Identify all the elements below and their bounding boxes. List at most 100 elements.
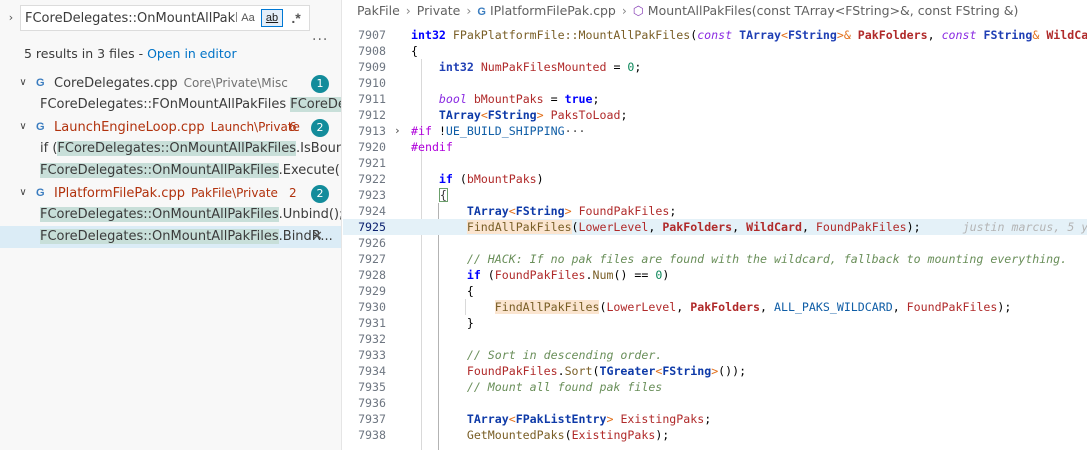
line-number: 7909	[358, 60, 386, 74]
result-match-row[interactable]: FCoreDelegates::OnMountAllPakFiles.Execu…	[0, 160, 341, 182]
code-line-current: 7925 FindAllPakFiles(LowerLevel, PakFold…	[343, 219, 1087, 235]
match-whole-word-toggle[interactable]: ab	[261, 9, 283, 27]
code-line: 7927 // HACK: If no pak files are found …	[343, 251, 1087, 267]
result-file-row[interactable]: ∨ G IPlatformFilePak.cpp PakFile\Private …	[0, 182, 341, 204]
code-line: 7912 TArray<FString> PaksToLoad;	[343, 107, 1087, 123]
line-number: 7911	[358, 92, 386, 106]
results-tree: ∨ G CoreDelegates.cpp Core\Private\Misc 1…	[0, 72, 342, 248]
result-file-name: LaunchEngineLoop.cpp	[54, 120, 205, 135]
match-highlight: FCoreDelegates::OnMountAllPakFiles	[40, 207, 279, 222]
match-highlight: FCoreDelegates::OnMountAllPakFiles	[57, 141, 297, 156]
code-lines: 7907 int32 FPakPlatformFile::MountAllPakF…	[343, 27, 1087, 443]
breadcrumb-folder[interactable]: Private	[417, 3, 461, 18]
cpp-file-icon: G	[477, 6, 486, 18]
code-line: 7929 {	[343, 283, 1087, 299]
toggle-replace-chevron-icon[interactable]: ›	[4, 8, 18, 28]
match-prefix: if (	[40, 141, 58, 156]
results-summary: 5 results in 3 files - Open in editor	[24, 46, 237, 61]
line-number: 7928	[358, 268, 386, 282]
line-number: 7910	[358, 76, 386, 90]
match-case-toggle[interactable]: Aa	[237, 9, 259, 27]
line-number: 7932	[358, 332, 386, 346]
more-actions-icon[interactable]: ...	[312, 28, 328, 44]
search-box: Aa ab .*	[20, 5, 310, 31]
code-line-folded[interactable]: 7913 › #if !UE_BUILD_SHIPPING···	[343, 123, 1087, 139]
chevron-down-icon[interactable]: ∨	[16, 72, 30, 94]
match-suffix: .Execute(PakF...	[278, 163, 341, 178]
result-match-row[interactable]: if (FCoreDelegates::OnMountAllPakFiles.I…	[0, 138, 341, 160]
result-file-path: Core\Private\Misc	[183, 76, 288, 90]
code-line: 7921	[343, 155, 1087, 171]
chevron-down-icon[interactable]: ∨	[16, 116, 30, 138]
matching-brace: {	[438, 188, 448, 202]
line-number: 7920	[358, 140, 386, 154]
cpp-file-icon: G	[36, 121, 45, 133]
code-line: 7934 FoundPakFiles.Sort(TGreater<FString…	[343, 363, 1087, 379]
result-match-row[interactable]: FCoreDelegates::OnMountAllPakFiles.Unbin…	[0, 204, 342, 226]
code-line: 7936	[343, 395, 1087, 411]
code-line: 7935 // Mount all found pak files	[343, 379, 1087, 395]
breadcrumb: PakFile › Private › G IPlatformFilePak.cpp › ⬡ M…	[357, 0, 1018, 22]
line-number: 7931	[358, 316, 386, 330]
match-prefix: FCoreDelegates::FOnMountAllPakFiles	[40, 97, 291, 112]
line-number: 7934	[358, 364, 386, 378]
result-file-row[interactable]: ∨ G CoreDelegates.cpp Core\Private\Misc 1	[0, 72, 341, 94]
cpp-file-icon: G	[36, 77, 45, 89]
dismiss-result-icon[interactable]: ✕	[312, 226, 323, 248]
result-match-row-selected[interactable]: FCoreDelegates::OnMountAllPakFiles.BindR…	[0, 226, 341, 248]
result-file-name: CoreDelegates.cpp	[54, 76, 178, 91]
code-line: 7930 FindAllPakFiles(LowerLevel, PakFold…	[343, 299, 1087, 315]
breadcrumb-symbol[interactable]: MountAllPakFiles(const TArray<FString>&,…	[648, 3, 1019, 18]
fold-expand-chevron-icon[interactable]: ›	[394, 123, 401, 139]
code-line: 7910	[343, 75, 1087, 91]
code-line: 7908{	[343, 43, 1087, 59]
code-line: 7920 #endif	[343, 139, 1087, 155]
line-number: 7935	[358, 380, 386, 394]
code-line: 7926	[343, 235, 1087, 251]
line-number: 7930	[358, 300, 386, 314]
match-highlight: FCoreDelegates::OnMountAllPakFiles	[40, 229, 279, 244]
chevron-down-icon[interactable]: ∨	[16, 182, 30, 204]
match-count-badge: 2	[311, 185, 329, 203]
code-line: 7933 // Sort in descending order.	[343, 347, 1087, 363]
code-editor[interactable]: PakFile › Private › G IPlatformFilePak.cpp › ⬡ M…	[343, 0, 1087, 450]
git-blame-annotation: justin marcus, 5 years ag	[962, 220, 1087, 234]
line-number: 7936	[358, 396, 386, 410]
match-suffix: .BindR...	[278, 229, 333, 244]
code-line: 7928 if (FoundPakFiles.Num() == 0)	[343, 267, 1087, 283]
use-regex-toggle[interactable]: .*	[285, 9, 307, 27]
line-number: 7922	[358, 172, 386, 186]
search-sidebar: › Aa ab .* ... 5 results in 3 files - Op…	[0, 0, 342, 450]
results-summary-text: 5 results in 3 files -	[24, 46, 148, 61]
match-count-badge: 1	[311, 75, 329, 93]
modified-count: 2	[289, 186, 297, 200]
line-number: 7925	[358, 220, 386, 234]
result-file-row[interactable]: ∨ G LaunchEngineLoop.cpp Launch\Private 6…	[0, 116, 341, 138]
line-number: 7908	[358, 44, 386, 58]
code-line: 7907 int32 FPakPlatformFile::MountAllPakF…	[343, 27, 1087, 43]
match-suffix: .IsBound() ...	[296, 141, 341, 156]
search-input[interactable]	[25, 10, 237, 26]
match-count-badge: 2	[311, 119, 329, 137]
line-number: 7937	[358, 412, 386, 426]
code-line: 7911 bool bMountPaks = true;	[343, 91, 1087, 107]
breadcrumb-separator-icon: ›	[466, 3, 472, 18]
open-in-editor-link[interactable]: Open in editor	[147, 46, 237, 61]
match-suffix: .Unbind();	[278, 207, 342, 222]
line-number: 7933	[358, 348, 386, 362]
cpp-file-icon: G	[36, 187, 45, 199]
breadcrumb-separator-icon: ›	[621, 3, 627, 18]
line-number: 7913	[358, 124, 386, 138]
result-file-path: PakFile\Private	[190, 186, 278, 200]
code-line: 7924 TArray<FString> FoundPakFiles;	[343, 203, 1087, 219]
code-line: 7938 GetMountedPaks(ExistingPaks);	[343, 427, 1087, 443]
breadcrumb-separator-icon: ›	[405, 3, 411, 18]
line-number: 7926	[358, 236, 386, 250]
breadcrumb-file[interactable]: IPlatformFilePak.cpp	[490, 3, 616, 18]
match-highlight: FCoreDeleg...	[290, 97, 341, 112]
result-match-row[interactable]: FCoreDelegates::FOnMountAllPakFiles FCor…	[0, 94, 341, 116]
code-line: 7931 }	[343, 315, 1087, 331]
breadcrumb-folder[interactable]: PakFile	[357, 3, 400, 18]
line-number: 7923	[358, 188, 386, 202]
method-symbol-icon: ⬡	[632, 3, 644, 18]
